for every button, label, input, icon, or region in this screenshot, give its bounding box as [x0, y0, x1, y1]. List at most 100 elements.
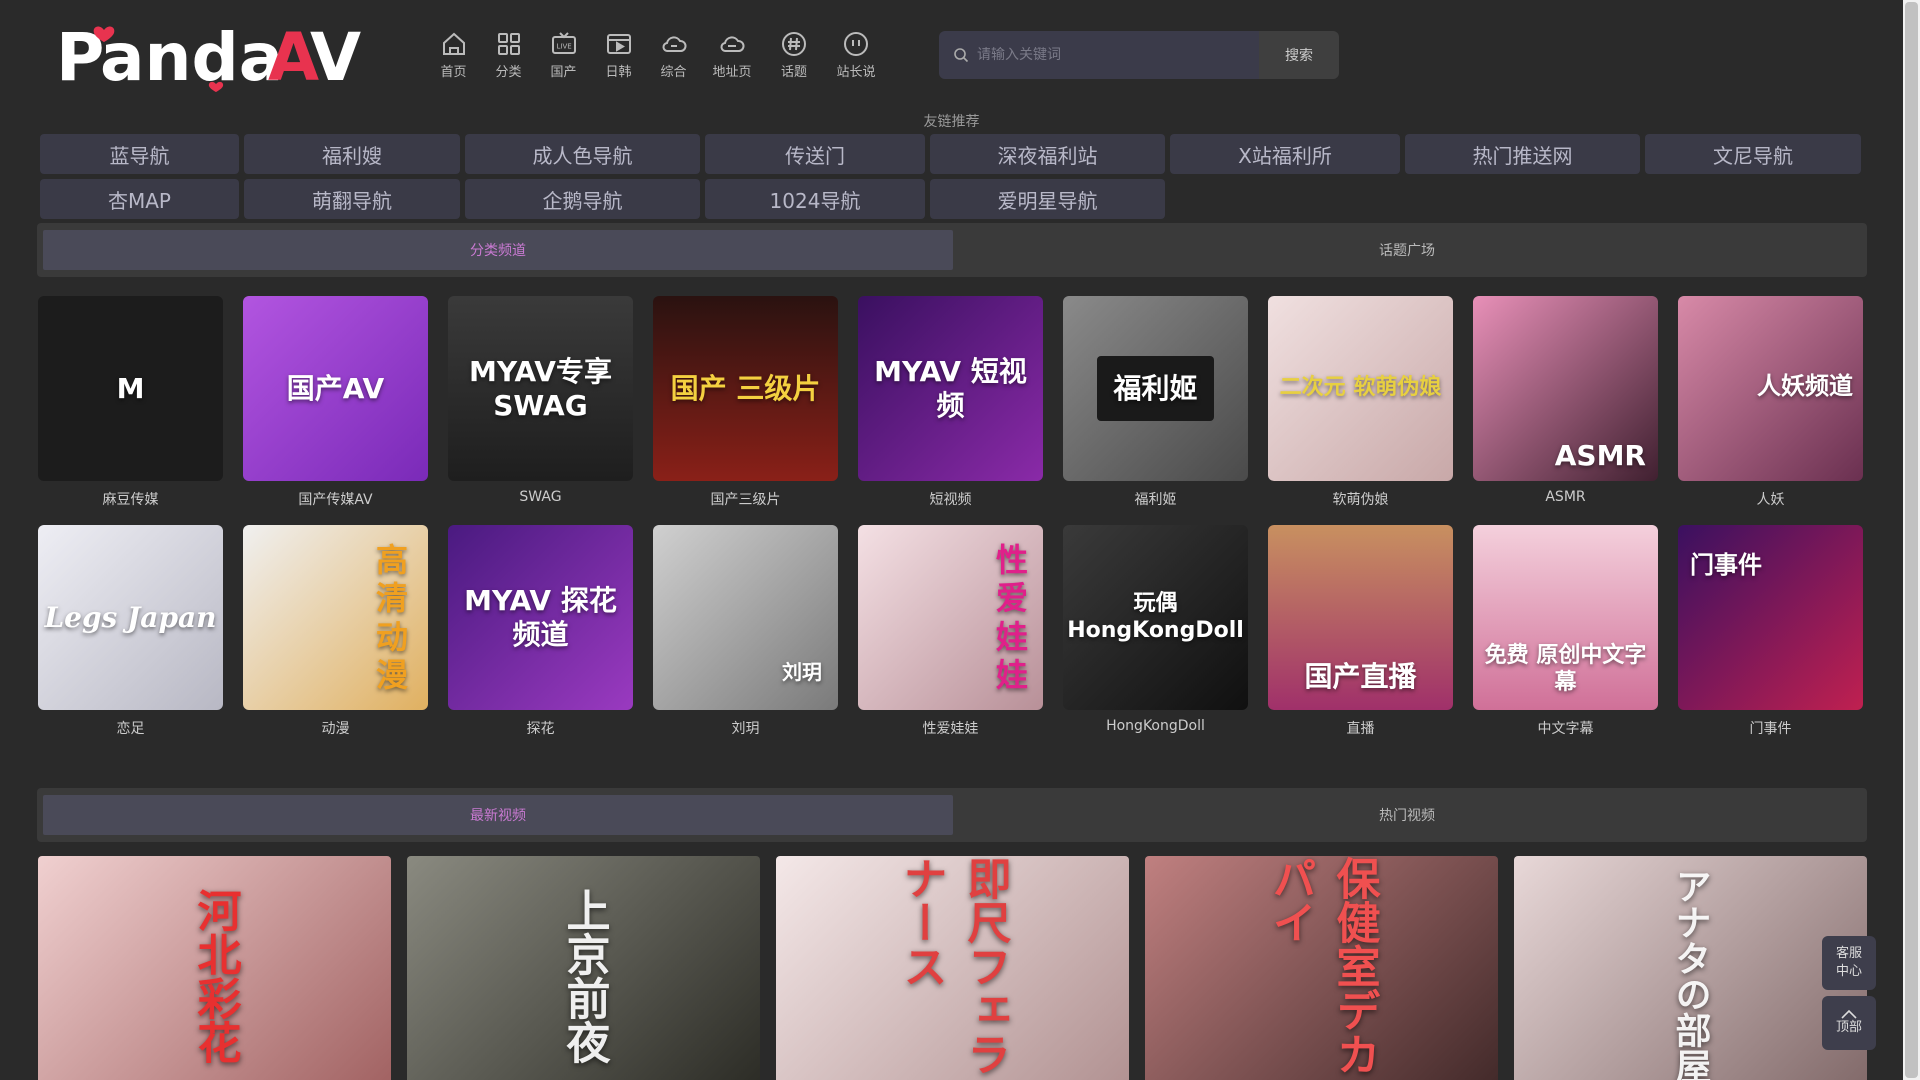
- thumb-text: 玩偶 HongKongDoll: [1067, 591, 1244, 643]
- category-thumb: 国产直播: [1268, 525, 1453, 710]
- svg-text:LIVE: LIVE: [556, 43, 571, 51]
- category-name: 直播: [1346, 721, 1375, 737]
- category-name: 门事件: [1749, 721, 1792, 737]
- friend-link[interactable]: 热门推送网: [1405, 134, 1640, 174]
- category-card[interactable]: 免费 原创中文字幕 中文字幕: [1473, 525, 1658, 737]
- thumb-text: ASMR: [1554, 439, 1646, 473]
- tab-category-channel[interactable]: 分类频道: [43, 230, 953, 270]
- category-card[interactable]: 国产AV 国产传媒AV: [243, 296, 428, 508]
- friend-link[interactable]: 蓝导航: [40, 134, 239, 174]
- chevron-up-icon: [1841, 1010, 1857, 1019]
- friend-link[interactable]: 深夜福利站: [930, 134, 1165, 174]
- category-card[interactable]: MYAV 探花频道探花: [448, 525, 633, 737]
- site-logo[interactable]: P anda A V: [56, 19, 366, 96]
- grid-icon: [497, 33, 520, 55]
- nav-topic[interactable]: 话题: [763, 30, 825, 80]
- nav-category[interactable]: 分类: [481, 30, 536, 80]
- friend-link[interactable]: 传送门: [705, 134, 925, 174]
- friend-link[interactable]: 成人色导航: [465, 134, 700, 174]
- friend-link[interactable]: 1024导航: [705, 179, 925, 219]
- nav-admin-says[interactable]: 站长说: [825, 30, 887, 80]
- category-card[interactable]: 二次元 软萌伪娘软萌伪娘: [1268, 296, 1453, 508]
- category-card[interactable]: 人妖频道 人妖: [1678, 296, 1863, 508]
- nav-address[interactable]: 地址页: [701, 30, 763, 80]
- scrollbar-thumb[interactable]: [1905, 2, 1918, 1078]
- main-nav: 首页 分类 LIVE 国产 日韩 综合 地址页 话题 站长说: [426, 30, 887, 80]
- category-thumb: 刘玥: [653, 525, 838, 710]
- nav-address-label: 地址页: [712, 65, 752, 80]
- friend-link[interactable]: 杏MAP: [40, 179, 239, 219]
- category-card[interactable]: M 麻豆传媒: [38, 296, 223, 508]
- nav-home-label: 首页: [440, 65, 467, 80]
- category-name: SWAG: [519, 489, 562, 505]
- nav-japan-korea[interactable]: 日韩: [591, 30, 646, 80]
- video-card[interactable]: 保健室デカパイ: [1145, 856, 1498, 1080]
- category-card[interactable]: MYAV 短视频短视频: [858, 296, 1043, 508]
- video-play-icon: [606, 34, 631, 54]
- svg-text:V: V: [310, 22, 361, 92]
- hashtag-icon: [782, 32, 806, 56]
- category-card[interactable]: 门事件 门事件: [1678, 525, 1863, 737]
- thumb-text: 福利姬: [1097, 355, 1214, 422]
- category-name: HongKongDoll: [1106, 718, 1205, 734]
- category-card[interactable]: 福利姬 福利姬: [1063, 296, 1248, 508]
- category-card[interactable]: 国产直播 直播: [1268, 525, 1453, 737]
- category-card[interactable]: 高清 动漫 动漫: [243, 525, 428, 737]
- thumb-text: Legs Japan: [44, 600, 217, 634]
- category-card[interactable]: 玩偶 HongKongDoll HongKongDoll: [1063, 525, 1248, 734]
- search-field[interactable]: [939, 31, 1259, 79]
- category-card[interactable]: 国产 三级片 国产三级片: [653, 296, 838, 508]
- category-thumb: MYAV专享 SWAG: [448, 296, 633, 481]
- home-icon: [442, 32, 465, 55]
- category-thumb: 国产 三级片: [653, 296, 838, 481]
- thumb-text: 国产直播: [1304, 660, 1417, 694]
- thumb-text: MYAV 短视频: [874, 354, 1027, 422]
- category-name: 探花: [526, 721, 555, 737]
- friend-link[interactable]: 文尼导航: [1645, 134, 1861, 174]
- customer-service-button[interactable]: 客服中心: [1822, 936, 1876, 990]
- category-card[interactable]: MYAV专享 SWAG SWAG: [448, 296, 633, 505]
- nav-domestic[interactable]: LIVE 国产: [536, 30, 591, 80]
- category-card[interactable]: 性爱娃娃 性爱娃娃: [858, 525, 1043, 737]
- scrollbar[interactable]: [1903, 0, 1920, 1080]
- category-thumb: Legs Japan: [38, 525, 223, 710]
- search-input[interactable]: [977, 47, 1237, 63]
- friend-link[interactable]: 爱明星导航: [930, 179, 1165, 219]
- category-name: 恋足: [116, 721, 145, 737]
- category-card[interactable]: Legs Japan 恋足: [38, 525, 223, 737]
- tab-latest-videos[interactable]: 最新视频: [43, 795, 953, 835]
- thumb-text: 二次元 软萌伪娘: [1279, 375, 1442, 401]
- nav-general[interactable]: 综合: [646, 30, 701, 80]
- friend-link[interactable]: X站福利所: [1170, 134, 1400, 174]
- tab-hot-videos[interactable]: 热门视频: [953, 795, 1861, 835]
- thumb-text: 性爱娃娃: [995, 540, 1028, 694]
- video-card[interactable]: 河北彩花: [38, 856, 391, 1080]
- customer-service-label: 客服中心: [1835, 946, 1862, 979]
- category-name: 短视频: [929, 492, 972, 508]
- friend-links-row-2: 杏MAP 萌翻导航 企鹅导航 1024导航 爱明星导航: [40, 179, 1866, 219]
- category-name: 软萌伪娘: [1332, 492, 1389, 508]
- tab-topic-square[interactable]: 话题广场: [953, 230, 1861, 270]
- category-thumb: 福利姬: [1063, 296, 1248, 481]
- friend-links: 蓝导航 福利嫂 成人色导航 传送门 深夜福利站 X站福利所 热门推送网 文尼导航…: [40, 134, 1866, 224]
- search-button[interactable]: 搜索: [1259, 31, 1339, 79]
- nav-category-label: 分类: [495, 65, 522, 80]
- category-thumb: MYAV 探花频道: [448, 525, 633, 710]
- category-card[interactable]: 刘玥 刘玥: [653, 525, 838, 737]
- back-to-top-button[interactable]: 顶部: [1822, 996, 1876, 1050]
- category-name: 动漫: [321, 721, 350, 737]
- live-tv-icon: LIVE: [551, 32, 576, 54]
- nav-home[interactable]: 首页: [426, 30, 481, 80]
- video-card[interactable]: 上京前夜: [407, 856, 760, 1080]
- category-thumb: 性爱娃娃: [858, 525, 1043, 710]
- friend-link[interactable]: 企鹅导航: [465, 179, 700, 219]
- friend-link[interactable]: 萌翻导航: [244, 179, 460, 219]
- friend-link[interactable]: 福利嫂: [244, 134, 460, 174]
- video-card[interactable]: アナタの部屋: [1514, 856, 1867, 1080]
- back-to-top-label: 顶部: [1835, 1020, 1862, 1036]
- video-title: 保健室デカパイ: [1264, 856, 1380, 1076]
- category-card[interactable]: ASMR ASMR: [1473, 296, 1658, 505]
- category-thumb: M: [38, 296, 223, 481]
- video-card[interactable]: 即尺フェラナース: [776, 856, 1129, 1080]
- video-title: 上京前夜: [558, 888, 610, 1064]
